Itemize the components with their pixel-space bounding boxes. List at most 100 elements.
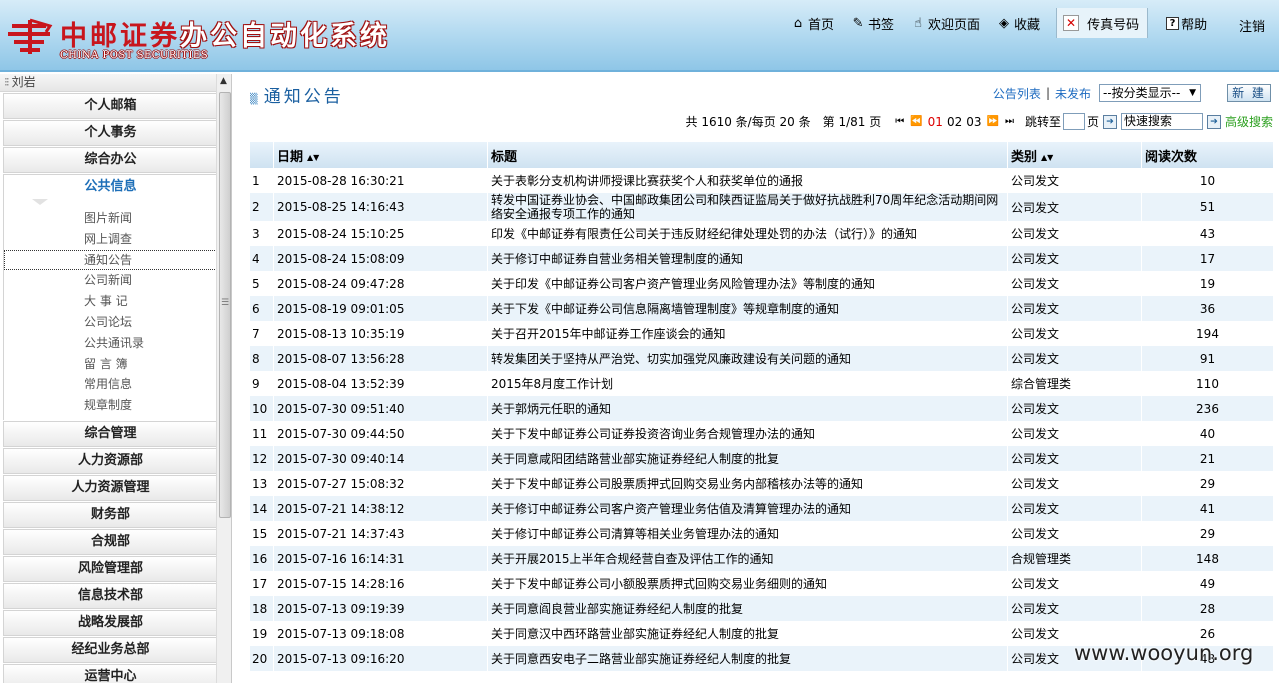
row-index: 9	[250, 371, 274, 396]
row-title-link[interactable]: 印发《中邮证券有限责任公司关于违反财经纪律处理处罚的办法（试行）》的通知	[488, 221, 1008, 246]
jump-page-input[interactable]	[1062, 113, 1085, 130]
row-title-link[interactable]: 关于同意汉中西环路营业部实施证券经纪人制度的批复	[488, 621, 1008, 646]
category-filter-select[interactable]: --按分类显示-- ▼	[1099, 84, 1201, 102]
sub-item-public-directory[interactable]: 公共通讯录	[4, 333, 217, 354]
row-title-link[interactable]: 关于召开2015年中邮证券工作座谈会的通知	[488, 321, 1008, 346]
menu-item-personal-affairs[interactable]: 个人事务	[3, 120, 218, 146]
table-row[interactable]: 14 2015-07-21 14:38:12 关于修订中邮证券公司客户资产管理业务估…	[250, 496, 1274, 521]
table-row[interactable]: 5 2015-08-24 09:47:28 关于印发《中邮证券公司客户资产管理业务风…	[250, 271, 1274, 296]
quick-search-input[interactable]: 快速搜索	[1120, 113, 1203, 130]
page-link-02[interactable]: 02	[947, 115, 962, 129]
unpublished-link[interactable]: 未发布	[1055, 85, 1091, 102]
row-category: 合规管理类	[1008, 546, 1142, 571]
row-title-link[interactable]: 转发中国证券业协会、中国邮政集团公司和陕西证监局关于做好抗战胜利70周年纪念活动…	[488, 193, 1008, 221]
nav-favorites-label: 收藏	[1014, 17, 1041, 33]
nav-home-button[interactable]: ⌂ 首页	[790, 14, 834, 33]
search-go-arrow-icon[interactable]: ➔	[1206, 114, 1221, 129]
row-title-link[interactable]: 关于下发中邮证券公司股票质押式回购交易业务内部稽核办法等的通知	[488, 471, 1008, 496]
nav-favorites-button[interactable]: ◈ 收藏	[996, 14, 1040, 33]
table-row[interactable]: 13 2015-07-27 15:08:32 关于下发中邮证券公司股票质押式回购交易…	[250, 471, 1274, 496]
table-row[interactable]: 15 2015-07-21 14:37:43 关于修订中邮证券公司清算等相关业务管理…	[250, 521, 1274, 546]
scroll-up-arrow-icon[interactable]: ▲	[220, 76, 227, 86]
sub-item-notices[interactable]: 通知公告	[4, 249, 217, 271]
sub-item-company-forum[interactable]: 公司论坛	[4, 312, 217, 333]
page-link-03[interactable]: 03	[966, 115, 981, 129]
menu-item-general-office[interactable]: 综合办公	[3, 147, 218, 173]
row-title-link[interactable]: 关于修订中邮证券自营业务相关管理制度的通知	[488, 246, 1008, 271]
table-row[interactable]: 9 2015-08-04 13:52:39 2015年8月度工作计划 综合管理类 110	[250, 371, 1274, 396]
row-title-link[interactable]: 关于下发《中邮证券公司信息隔离墙管理制度》等规章制度的通知	[488, 296, 1008, 321]
table-row[interactable]: 8 2015-08-07 13:56:28 转发集团关于坚持从严治党、切实加强党风廉…	[250, 346, 1274, 371]
nav-welcome-button[interactable]: ☝ 欢迎页面	[910, 14, 980, 33]
row-title-link[interactable]: 关于下发中邮证券公司小额股票质押式回购交易业务细则的通知	[488, 571, 1008, 596]
row-category: 公司发文	[1008, 421, 1142, 446]
row-title-link[interactable]: 关于同意咸阳团结路营业部实施证券经纪人制度的批复	[488, 446, 1008, 471]
page-link-01[interactable]: 01	[928, 115, 943, 129]
menu-item-it[interactable]: 信息技术部	[3, 582, 218, 609]
table-row[interactable]: 2 2015-08-25 14:16:43 转发中国证券业协会、中国邮政集团公司和陕…	[250, 193, 1274, 221]
table-body: 1 2015-08-28 16:30:21 关于表彰分支机构讲师授课比赛获奖个人和获…	[250, 168, 1274, 671]
menu-item-brokerage[interactable]: 经纪业务总部	[3, 636, 218, 663]
row-title-link[interactable]: 关于开展2015上半年合规经营自查及评估工作的通知	[488, 546, 1008, 571]
table-row[interactable]: 1 2015-08-28 16:30:21 关于表彰分支机构讲师授课比赛获奖个人和获…	[250, 168, 1274, 193]
last-page-icon[interactable]: ⏭	[1005, 116, 1014, 127]
menu-item-general-management[interactable]: 综合管理	[3, 420, 218, 447]
table-row[interactable]: 10 2015-07-30 09:51:40 关于郭炳元任职的通知 公司发文 236	[250, 396, 1274, 421]
table-row[interactable]: 12 2015-07-30 09:40:14 关于同意咸阳团结路营业部实施证券经纪人…	[250, 446, 1274, 471]
row-title-link[interactable]: 关于修订中邮证券公司清算等相关业务管理办法的通知	[488, 521, 1008, 546]
row-title-link[interactable]: 关于修订中邮证券公司客户资产管理业务估值及清算管理办法的通知	[488, 496, 1008, 521]
sort-icon[interactable]: ▲▼	[307, 153, 319, 162]
sub-item-regulations[interactable]: 规章制度	[4, 395, 217, 416]
menu-item-hr-management[interactable]: 人力资源管理	[3, 474, 218, 501]
menu-item-personal-mail[interactable]: 个人邮箱	[3, 93, 218, 119]
table-row[interactable]: 18 2015-07-13 09:19:39 关于同意阎良营业部实施证券经纪人制度的…	[250, 596, 1274, 621]
sub-item-company-news[interactable]: 公司新闻	[4, 270, 217, 291]
row-title-link[interactable]: 关于下发中邮证券公司证券投资咨询业务合规管理办法的通知	[488, 421, 1008, 446]
prev-page-icon[interactable]: ⏪	[910, 116, 922, 127]
table-row[interactable]: 16 2015-07-16 16:14:31 关于开展2015上半年合规经营自查及评…	[250, 546, 1274, 571]
sub-item-guestbook[interactable]: 留 言 簿	[4, 354, 217, 375]
row-title-link[interactable]: 关于表彰分支机构讲师授课比赛获奖个人和获奖单位的通报	[488, 168, 1008, 193]
row-title-link[interactable]: 转发集团关于坚持从严治党、切实加强党风廉政建设有关问题的通知	[488, 346, 1008, 371]
table-row[interactable]: 3 2015-08-24 15:10:25 印发《中邮证券有限责任公司关于违反财经纪…	[250, 221, 1274, 246]
table-row[interactable]: 6 2015-08-19 09:01:05 关于下发《中邮证券公司信息隔离墙管理制度…	[250, 296, 1274, 321]
menu-item-strategy[interactable]: 战略发展部	[3, 609, 218, 636]
next-page-icon[interactable]: ⏩	[987, 116, 999, 127]
nav-fax-button[interactable]: ✕ 传真号码	[1056, 8, 1149, 38]
scrollbar-thumb[interactable]: ☰	[219, 92, 231, 518]
row-title-link[interactable]: 关于印发《中邮证券公司客户资产管理业务风险管理办法》等制度的通知	[488, 271, 1008, 296]
row-category: 公司发文	[1008, 596, 1142, 621]
row-title-link[interactable]: 2015年8月度工作计划	[488, 371, 1008, 396]
menu-item-operations[interactable]: 运营中心	[3, 663, 218, 683]
table-row[interactable]: 17 2015-07-15 14:28:16 关于下发中邮证券公司小额股票质押式回购…	[250, 571, 1274, 596]
nav-bookmark-button[interactable]: ✎ 书签	[850, 14, 894, 33]
jump-go-arrow-icon[interactable]: ➔	[1102, 114, 1117, 129]
col-header-date[interactable]: 日期 ▲▼	[274, 142, 488, 168]
sub-item-chronicle[interactable]: 大 事 记	[4, 291, 217, 312]
notice-list-link[interactable]: 公告列表	[993, 85, 1041, 102]
sub-item-online-survey[interactable]: 网上调查	[4, 229, 217, 250]
sidebar-scrollbar[interactable]: ▲ ☰	[216, 74, 231, 683]
sort-icon[interactable]: ▲▼	[1041, 153, 1053, 162]
sub-item-common-info[interactable]: 常用信息	[4, 374, 217, 395]
col-header-category[interactable]: 类别 ▲▼	[1008, 142, 1142, 168]
logout-button[interactable]: 注销	[1239, 16, 1265, 35]
system-title-rest: 办公自动化系统	[180, 21, 390, 52]
table-row[interactable]: 4 2015-08-24 15:08:09 关于修订中邮证券自营业务相关管理制度的通…	[250, 246, 1274, 271]
sub-item-photo-news[interactable]: 图片新闻	[4, 208, 217, 229]
menu-item-hr-dept[interactable]: 人力资源部	[3, 447, 218, 474]
first-page-icon[interactable]: ⏮	[895, 116, 904, 127]
row-title-link[interactable]: 关于郭炳元任职的通知	[488, 396, 1008, 421]
menu-item-risk-management[interactable]: 风险管理部	[3, 555, 218, 582]
page-title: ▒ 通知公告	[250, 82, 344, 107]
menu-item-public-info[interactable]: 公共信息	[3, 174, 218, 200]
menu-item-compliance[interactable]: 合规部	[3, 528, 218, 555]
menu-item-finance[interactable]: 财务部	[3, 501, 218, 528]
table-row[interactable]: 11 2015-07-30 09:44:50 关于下发中邮证券公司证券投资咨询业务合…	[250, 421, 1274, 446]
table-row[interactable]: 7 2015-08-13 10:35:19 关于召开2015年中邮证券工作座谈会的通…	[250, 321, 1274, 346]
new-notice-button[interactable]: 新 建	[1227, 84, 1271, 102]
row-title-link[interactable]: 关于同意西安电子二路营业部实施证券经纪人制度的批复	[488, 646, 1008, 671]
advanced-search-link[interactable]: 高级搜索	[1225, 113, 1273, 130]
row-title-link[interactable]: 关于同意阎良营业部实施证券经纪人制度的批复	[488, 596, 1008, 621]
nav-help-button[interactable]: ? 帮助	[1166, 14, 1207, 33]
